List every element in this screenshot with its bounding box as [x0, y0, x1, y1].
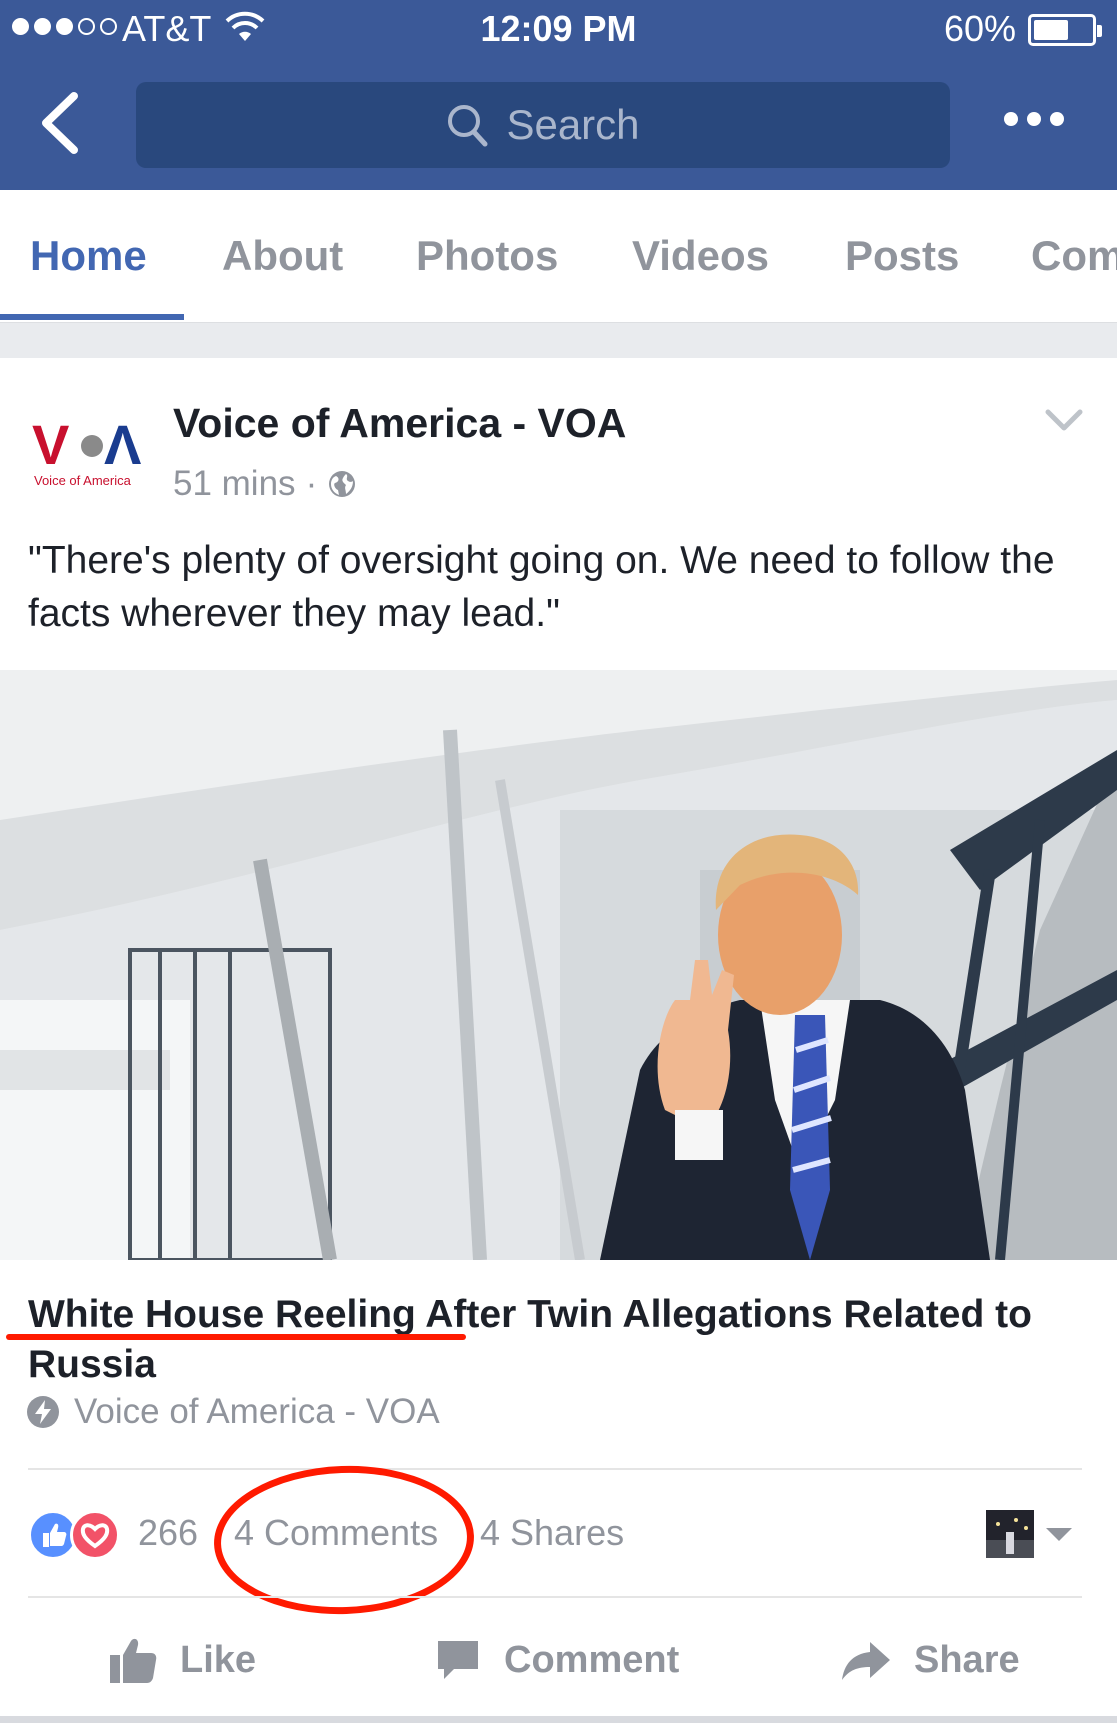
active-tab-indicator	[0, 314, 184, 320]
reaction-icons[interactable]	[28, 1510, 124, 1562]
page-avatar[interactable]: V Λ Voice of America	[30, 413, 152, 506]
post-card: V Λ Voice of America Voice of America - …	[0, 358, 1117, 1723]
divider	[28, 1596, 1082, 1598]
post-meta: 51 mins ·	[173, 464, 357, 504]
post-time[interactable]: 51 mins	[173, 464, 296, 504]
status-bar: AT&T 12:09 PM 60%	[0, 0, 1117, 58]
app-screen: AT&T 12:09 PM 60% Search Home About Phot…	[0, 0, 1117, 1723]
post-actions: Like Comment Share	[0, 1620, 1117, 1700]
shares-count[interactable]: 4 Shares	[480, 1512, 624, 1554]
comment-label: Comment	[504, 1638, 680, 1681]
search-input[interactable]: Search	[136, 82, 950, 168]
link-source-name: Voice of America - VOA	[74, 1392, 440, 1431]
tab-home[interactable]: Home	[30, 232, 147, 280]
tab-about[interactable]: About	[222, 232, 343, 280]
share-button[interactable]: Share	[840, 1620, 1020, 1700]
divider	[28, 1468, 1082, 1470]
annotation-circle	[211, 1461, 477, 1619]
search-placeholder: Search	[506, 101, 640, 148]
comment-bubble-icon	[438, 1641, 478, 1679]
svg-text:Λ: Λ	[104, 416, 141, 472]
comment-button[interactable]: Comment	[434, 1620, 679, 1700]
tab-posts[interactable]: Posts	[845, 232, 959, 280]
post-photo[interactable]	[0, 670, 1117, 1260]
like-button[interactable]: Like	[108, 1620, 256, 1700]
reactions-count[interactable]: 266	[138, 1512, 198, 1554]
like-label: Like	[180, 1638, 257, 1681]
card-bottom-border	[0, 1716, 1117, 1723]
tab-photos[interactable]: Photos	[416, 232, 558, 280]
battery-icon	[1028, 14, 1102, 46]
thumbs-up-icon	[110, 1638, 157, 1683]
meta-separator: ·	[305, 464, 318, 503]
voa-logo-icon: V Λ	[32, 413, 141, 476]
post-text: "There's plenty of oversight going on. W…	[28, 539, 1055, 635]
tab-community[interactable]: Com	[1031, 232, 1117, 280]
annotation-underline	[6, 1334, 466, 1340]
love-reaction-icon	[70, 1510, 120, 1560]
top-bar: AT&T 12:09 PM 60% Search	[0, 0, 1117, 190]
viewer-avatar[interactable]	[986, 1510, 1034, 1558]
share-arrow-icon	[842, 1642, 890, 1680]
caret-down-icon[interactable]	[1046, 1528, 1072, 1541]
instant-article-bolt-icon	[27, 1396, 59, 1428]
globe-icon	[329, 471, 356, 497]
logo-subtext: Voice of America	[34, 473, 131, 488]
chevron-down-icon[interactable]	[1044, 406, 1084, 436]
search-icon	[448, 105, 488, 147]
link-source: Voice of America - VOA	[26, 1392, 440, 1432]
link-title[interactable]: White House Reeling After Twin Allegatio…	[28, 1290, 1098, 1390]
battery-percent: 60%	[944, 8, 1017, 49]
more-horizontal-icon[interactable]	[1004, 112, 1064, 126]
tab-videos[interactable]: Videos	[632, 232, 769, 280]
svg-text:V: V	[32, 416, 69, 472]
reactions-bar: 266 4 Comments 4 Shares	[28, 1461, 1082, 1619]
chevron-left-icon[interactable]	[38, 92, 82, 154]
page-tabs: Home About Photos Videos Posts Com	[0, 190, 1117, 323]
page-name-link[interactable]: Voice of America - VOA	[173, 400, 626, 447]
share-label: Share	[914, 1638, 1020, 1681]
